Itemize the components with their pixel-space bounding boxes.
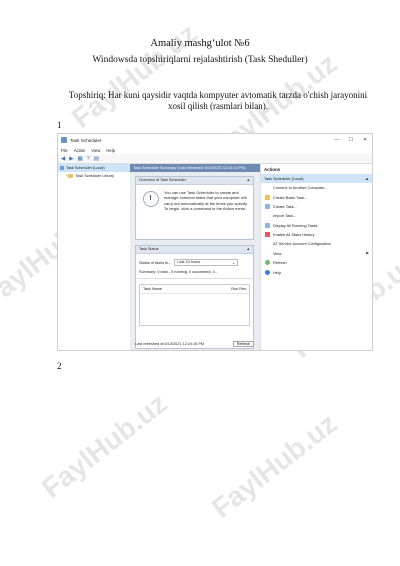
forward-arrow-icon[interactable]: ▶ (69, 156, 73, 162)
action-display-running-tasks[interactable]: Display All Running Tasks (261, 221, 372, 230)
action-create-basic-task[interactable]: Create Basic Task... (261, 192, 372, 201)
task-description: Topshiriq: Har kuni qaysidir vaqtda komp… (68, 90, 368, 111)
menu-view[interactable]: View (91, 148, 100, 153)
clock-icon (60, 166, 64, 170)
chevron-down-icon: ⌄ (232, 261, 236, 265)
task-status-header[interactable]: Task Status ▲ (136, 246, 253, 254)
toolbar: ◀ ▶ ▦ ? ▤ (58, 154, 372, 164)
maximize-button[interactable]: ☐ (344, 137, 358, 143)
actions-title: Actions (264, 167, 281, 172)
tree-item-task-scheduler-library[interactable]: › Task Scheduler Library (58, 172, 130, 180)
running-tasks-icon (265, 222, 270, 228)
step-number-1: 1 (57, 120, 62, 130)
action-enable-tasks-history[interactable]: Enable All Tasks History (261, 230, 372, 239)
create-task-icon (265, 203, 270, 209)
document-subtitle: Windowsda topshiriqlarni rejalashtirish … (92, 55, 308, 65)
action-import-task[interactable]: Import Task... (261, 211, 372, 220)
history-icon (265, 232, 270, 238)
task-status-panel: Task Status ▲ Status of tasks th... Last… (135, 245, 254, 349)
expand-arrow-icon[interactable]: › (66, 174, 67, 178)
refresh-icon (265, 260, 270, 266)
column-task-name[interactable]: Task Name (143, 287, 162, 291)
last-refreshed-text: Last refreshed at 5/13/2021 12:24:16 PM (135, 341, 205, 346)
summary-pane: Task Scheduler Summary (Last refreshed: … (130, 164, 260, 350)
document-title: Amaliy mashg‘ulot №6 (150, 38, 250, 49)
task-scheduler-app-icon (61, 137, 67, 143)
actions-pane: Actions Task Scheduler (Local) ▲ Connect… (260, 164, 372, 350)
menu-action[interactable]: Action (74, 148, 86, 153)
summary-header: Task Scheduler Summary (Last refreshed: … (130, 164, 260, 172)
action-view[interactable]: View ▶ (261, 249, 372, 258)
task-status-table[interactable]: Task Name Run Res (139, 284, 250, 326)
status-label: Status of tasks th... (139, 260, 172, 265)
status-period-select[interactable]: Last 24 hours ⌄ (174, 259, 239, 266)
action-at-service-config[interactable]: AT Service Account Configuration (261, 239, 372, 248)
action-help[interactable]: Help (261, 267, 372, 276)
close-button[interactable]: ✕ (358, 137, 372, 143)
console-tree-icon[interactable]: ▦ (77, 156, 82, 162)
overview-header[interactable]: Overview of Task Scheduler ▲ (136, 177, 253, 185)
collapse-arrow-icon[interactable]: ▲ (247, 177, 250, 184)
watermark: FaylHub.uz (205, 407, 343, 524)
menu-help[interactable]: Help (106, 148, 115, 153)
watermark: FaylHub.uz (65, 17, 203, 134)
action-refresh[interactable]: Refresh (261, 258, 372, 267)
help-icon[interactable]: ? (87, 156, 90, 162)
action-create-task[interactable]: Create Task... (261, 202, 372, 211)
summary-footer: Last refreshed at 5/13/2021 12:24:16 PM … (135, 339, 254, 348)
properties-icon[interactable]: ▤ (94, 156, 99, 162)
column-run-result[interactable]: Run Res (231, 287, 246, 291)
actions-section-header[interactable]: Task Scheduler (Local) ▲ (261, 174, 372, 183)
menu-bar: File Action View Help (58, 146, 372, 154)
back-arrow-icon[interactable]: ◀ (61, 156, 65, 162)
minimize-button[interactable]: — (330, 137, 344, 143)
create-basic-task-icon (265, 194, 270, 200)
overview-panel: Overview of Task Scheduler ▲ You can use… (135, 176, 254, 240)
help-icon (265, 269, 270, 275)
document-page: FaylHub.uz FaylHub.uz FaylHub.uz FaylHub… (0, 0, 400, 566)
window-title: Task Scheduler (70, 137, 102, 143)
navigation-tree: Task Scheduler (Local) › Task Scheduler … (58, 164, 131, 350)
overview-text: You can use Task Scheduler to create and… (164, 190, 248, 212)
collapse-arrow-icon[interactable]: ▲ (365, 176, 369, 181)
clock-icon (143, 191, 159, 207)
tree-item-task-scheduler-local[interactable]: Task Scheduler (Local) (58, 164, 130, 172)
status-summary: Summary: 0 total - 0 running, 0 succeede… (136, 266, 253, 279)
folder-icon (68, 174, 74, 178)
step-number-2: 2 (57, 361, 62, 371)
refresh-button[interactable]: Refresh (232, 340, 254, 347)
main-content: Task Scheduler (Local) › Task Scheduler … (58, 164, 372, 350)
collapse-arrow-icon[interactable]: ▲ (247, 246, 250, 253)
menu-file[interactable]: File (61, 148, 68, 153)
action-connect-computer[interactable]: Connect to Another Computer... (261, 183, 372, 192)
task-scheduler-window: Task Scheduler — ☐ ✕ File Action View He… (57, 133, 373, 351)
submenu-arrow-icon: ▶ (366, 251, 369, 256)
watermark: FaylHub.uz (35, 387, 173, 504)
title-bar: Task Scheduler — ☐ ✕ (58, 134, 372, 146)
